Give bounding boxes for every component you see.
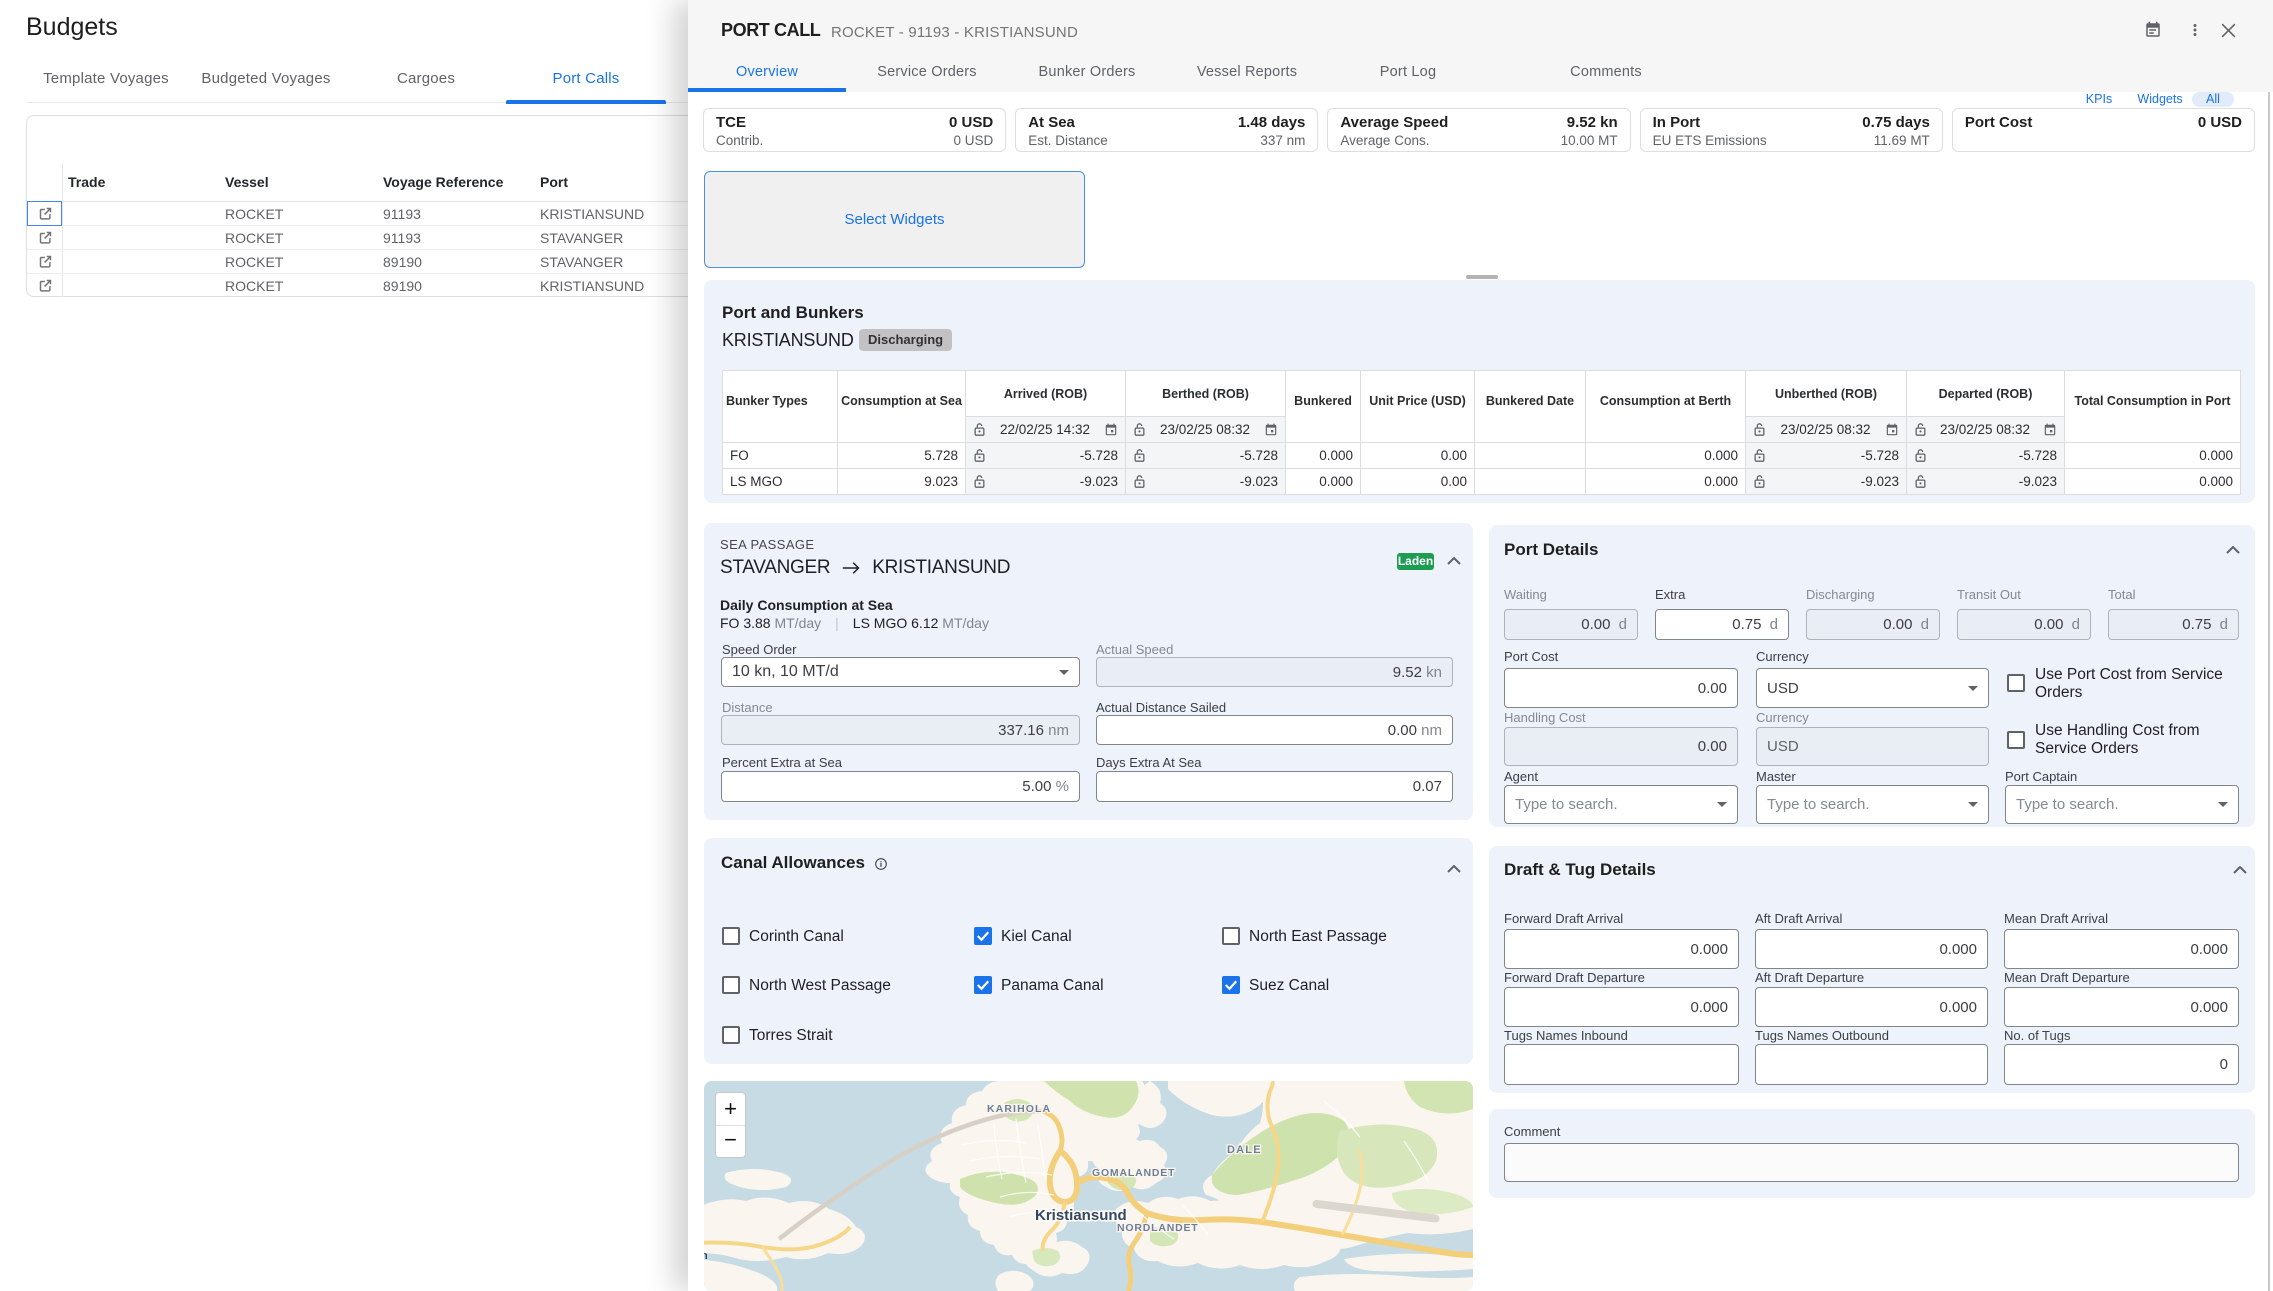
svg-text:KARIHOLA: KARIHOLA <box>987 1103 1051 1115</box>
svg-text:n: n <box>704 1250 708 1262</box>
svg-text:GOMALANDET: GOMALANDET <box>1092 1167 1175 1179</box>
svg-text:DALE: DALE <box>1227 1144 1262 1156</box>
svg-text:NORDLANDET: NORDLANDET <box>1117 1222 1199 1234</box>
svg-text:Kristiansund: Kristiansund <box>1035 1207 1127 1224</box>
